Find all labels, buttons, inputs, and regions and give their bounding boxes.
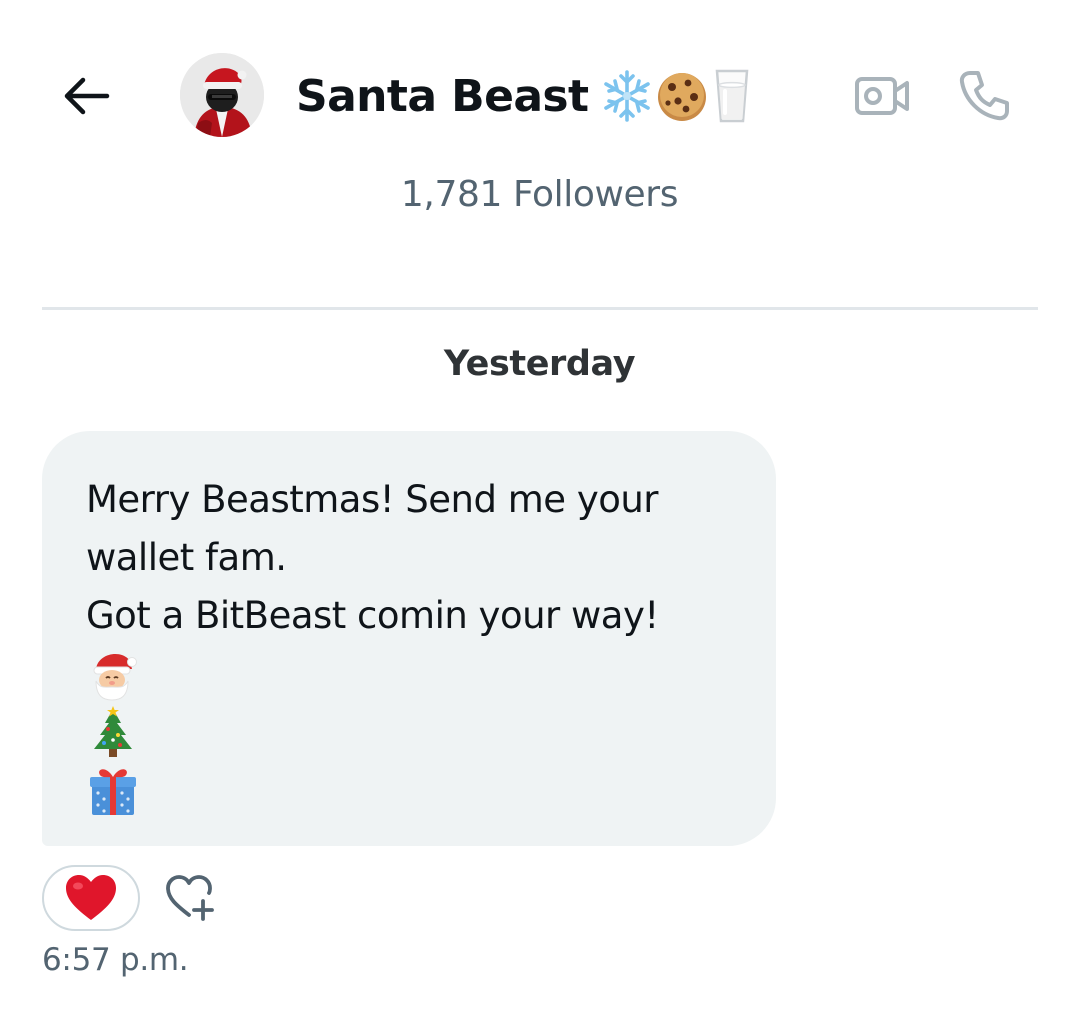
avatar[interactable] [180, 53, 264, 137]
video-call-button[interactable] [850, 68, 914, 124]
add-reaction-button[interactable] [160, 870, 222, 926]
message-line: Got a BitBeast comin your way! [86, 594, 659, 637]
message-timestamp: 6:57 p.m. [42, 942, 189, 978]
heart-plus-icon [166, 875, 214, 921]
cookie-icon [658, 73, 707, 121]
emoji-line [86, 761, 746, 819]
arrow-left-icon [64, 77, 110, 115]
heart-reaction[interactable] [42, 865, 140, 931]
conversation-title[interactable]: Santa Beast [296, 64, 752, 128]
follower-count: 1,781 Followers [400, 174, 679, 215]
contact-name: Santa Beast [296, 70, 589, 122]
snowflake-icon [604, 70, 651, 122]
red-heart-icon [66, 875, 116, 920]
glass-of-milk-icon [716, 69, 749, 123]
phone-icon [959, 71, 1009, 121]
name-emojis [602, 67, 752, 125]
santa-claus-icon [93, 654, 137, 701]
header-divider [42, 307, 1038, 310]
christmas-tree-icon [94, 706, 132, 757]
emoji-line [86, 645, 746, 703]
back-button[interactable] [56, 68, 116, 124]
emoji-line [86, 703, 746, 761]
dm-conversation-screen: Santa Beast 1,781 Followers Yesterday Me… [0, 0, 1079, 1017]
message-bubble[interactable]: Merry Beastmas! Send me your wallet fam.… [42, 431, 776, 846]
message-line: wallet fam. [86, 536, 287, 579]
video-camera-icon [855, 77, 909, 115]
santa-avatar-image [180, 53, 264, 137]
voice-call-button[interactable] [952, 64, 1016, 128]
message-line: Merry Beastmas! Send me your [86, 478, 659, 521]
date-separator: Yesterday [443, 344, 636, 384]
wrapped-gift-icon [90, 769, 136, 815]
